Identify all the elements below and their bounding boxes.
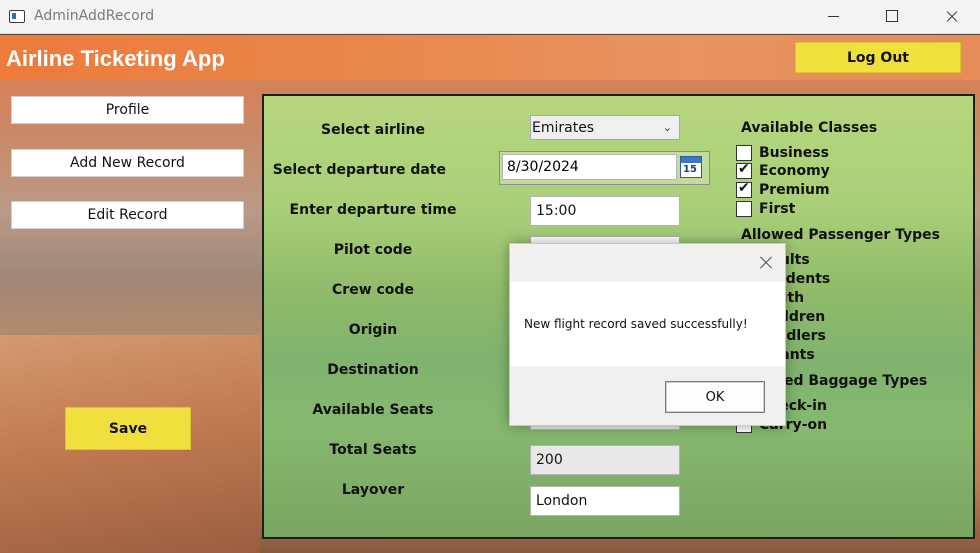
app-icon (9, 10, 25, 23)
sidebar-item-add-new-record[interactable]: Add New Record (11, 149, 244, 177)
label-total-seats: Total Seats (329, 442, 417, 458)
first-checkbox[interactable] (736, 201, 752, 217)
maximize-icon[interactable] (862, 0, 920, 34)
save-button[interactable]: Save (65, 407, 191, 450)
departure-date-input[interactable]: 8/30/2024 (502, 154, 677, 180)
premium-checkbox[interactable] (736, 180, 752, 198)
dialog-body: New flight record saved successfully! (510, 282, 785, 366)
message-dialog: New flight record saved successfully! OK (509, 243, 786, 426)
label-origin: Origin (348, 322, 398, 338)
airline-select-value: Emirates (532, 119, 595, 136)
app-title: Airline Ticketing App (6, 46, 225, 71)
label-destination: Destination (327, 362, 419, 378)
calendar-icon[interactable]: 15 (680, 156, 702, 178)
class-option-premium[interactable]: Premium (736, 180, 830, 199)
label-pilot-code: Pilot code (333, 242, 413, 258)
sidebar-item-edit-record[interactable]: Edit Record (11, 201, 244, 229)
label-select-airline: Select airline (321, 122, 425, 138)
departure-time-input[interactable]: 15:00 (530, 196, 680, 226)
label-available-seats: Available Seats (312, 402, 434, 418)
chevron-down-icon: ⌄ (662, 121, 672, 134)
dialog-titlebar (510, 244, 785, 282)
dialog-close-icon[interactable] (756, 252, 776, 272)
passenger-types-heading: Allowed Passenger Types (741, 227, 940, 243)
label-crew-code: Crew code (332, 282, 414, 298)
class-option-first[interactable]: First (736, 200, 795, 218)
window-title: AdminAddRecord (34, 8, 155, 24)
label-layover: Layover (341, 482, 405, 498)
departure-date-picker: 8/30/2024 15 (499, 151, 710, 185)
calendar-icon-day: 15 (683, 164, 697, 175)
available-classes-heading: Available Classes (741, 120, 878, 136)
sidebar-item-profile[interactable]: Profile (11, 96, 244, 124)
class-option-economy[interactable]: Economy (736, 161, 830, 180)
business-label: Business (759, 145, 829, 161)
economy-checkbox[interactable] (736, 161, 752, 179)
minimize-icon[interactable] (804, 0, 862, 34)
class-option-business[interactable]: Business (736, 144, 829, 162)
window-titlebar: AdminAddRecord (0, 0, 980, 34)
dialog-message: New flight record saved successfully! (524, 317, 748, 331)
premium-label: Premium (759, 182, 830, 198)
ok-button[interactable]: OK (665, 381, 765, 413)
layover-input[interactable]: London (530, 486, 680, 516)
business-checkbox[interactable] (736, 145, 752, 161)
airline-select[interactable]: Emirates ⌄ (530, 115, 680, 140)
label-departure-time: Enter departure time (289, 202, 457, 218)
total-seats-input[interactable]: 200 (530, 445, 680, 475)
economy-label: Economy (759, 163, 830, 179)
close-icon[interactable] (921, 0, 979, 34)
first-label: First (759, 201, 796, 217)
label-departure-date: Select departure date (272, 162, 446, 178)
logout-button[interactable]: Log Out (795, 42, 961, 73)
